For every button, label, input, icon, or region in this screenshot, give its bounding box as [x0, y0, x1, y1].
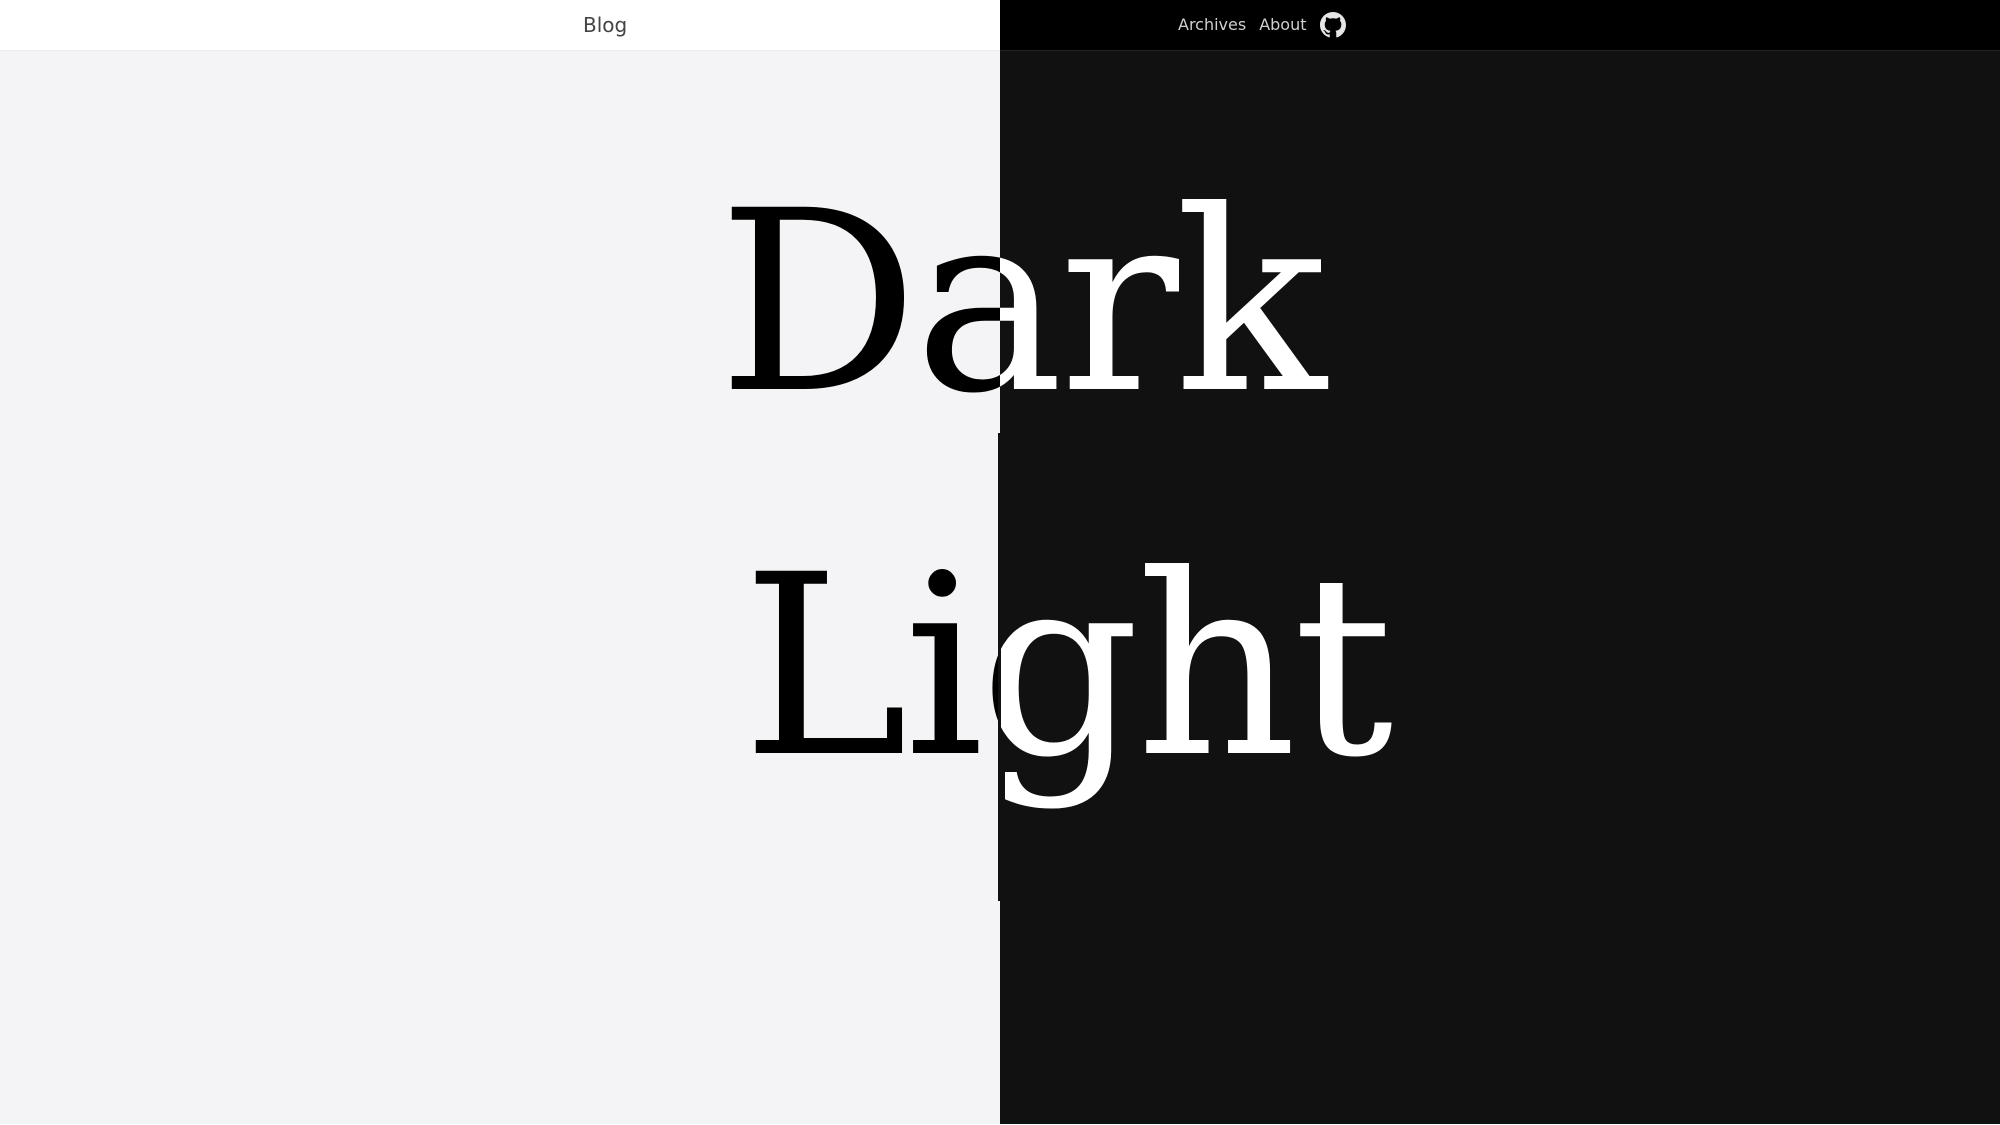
hero-word-light: Light: [742, 521, 1000, 812]
hero-word-dark-inverse: Dark: [1000, 157, 1326, 448]
nav-links: Archives About: [1178, 12, 1346, 38]
nav-about-link[interactable]: About: [1259, 12, 1306, 38]
blog-title-link[interactable]: Blog: [583, 12, 627, 38]
theme-divider: [998, 433, 1001, 901]
page: Blog Dark Light Archives About Dark Ligh…: [0, 0, 2000, 1125]
github-icon[interactable]: [1319, 12, 1346, 38]
nav-archives-link[interactable]: Archives: [1178, 12, 1246, 38]
hero-word-light-inverse: Light: [1000, 521, 1393, 812]
light-header: Blog: [0, 0, 1000, 51]
hero-word-dark: Dark: [718, 157, 1000, 448]
light-theme-pane: Blog Dark Light: [0, 0, 1000, 1125]
dark-theme-pane: Archives About Dark Light: [1000, 0, 2000, 1125]
dark-header: Archives About: [1000, 0, 2000, 51]
